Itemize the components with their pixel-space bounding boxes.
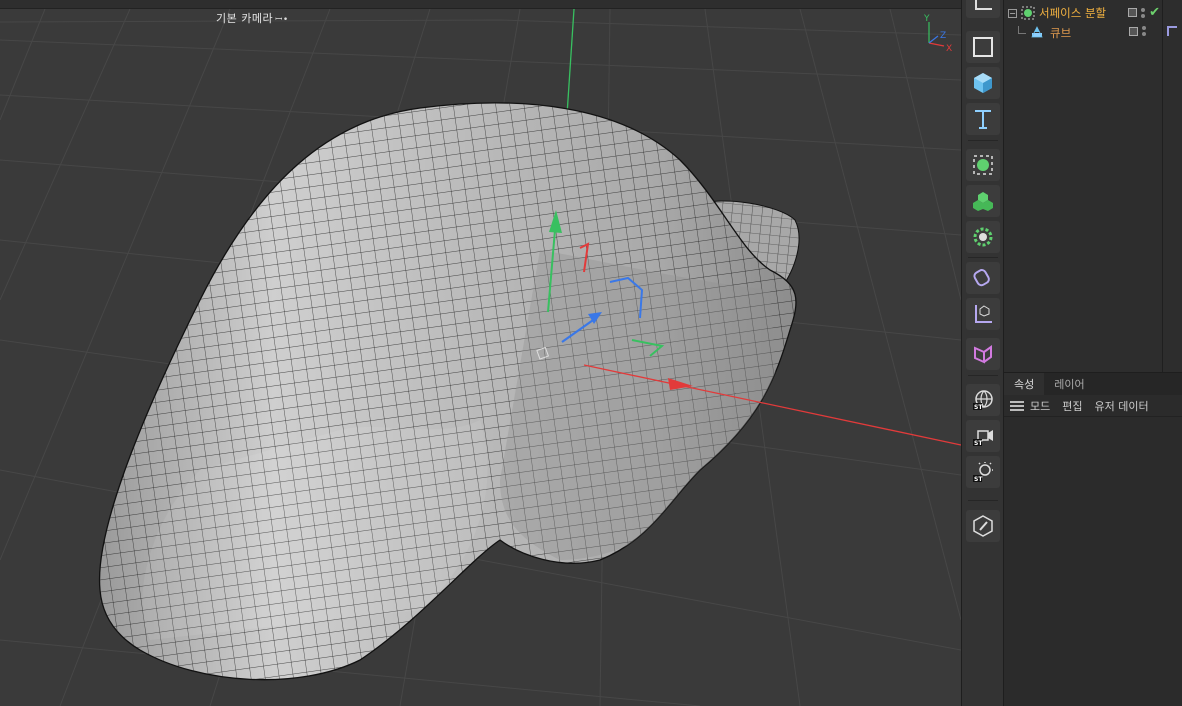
svg-text:ST: ST — [974, 440, 983, 447]
cube-icon — [974, 73, 992, 93]
cube-object-icon — [1031, 26, 1043, 38]
object-flags: ✔ — [1128, 6, 1160, 19]
hamburger-menu-icon[interactable] — [1010, 400, 1024, 411]
null-object-button[interactable] — [966, 298, 1000, 330]
light-icon: ST — [973, 462, 993, 483]
panel-divider[interactable] — [1162, 0, 1163, 372]
viewport-header — [0, 0, 961, 9]
layer-tag-icon[interactable] — [1128, 8, 1138, 17]
object-label[interactable]: 서페이스 분할 — [1039, 5, 1106, 21]
deformer-button[interactable] — [966, 262, 1000, 294]
effector-icon — [973, 227, 993, 247]
object-toolbar: ST ST ST — [961, 0, 1004, 706]
layer-tag-icon[interactable] — [1129, 26, 1138, 36]
camera-menu-icon[interactable]: ꟷ• — [275, 15, 289, 25]
svg-text:X: X — [946, 44, 952, 54]
subdivision-surface-button[interactable] — [966, 149, 1000, 181]
collapse-toggle-icon[interactable]: − — [1008, 8, 1017, 18]
visibility-dots-icon[interactable] — [1142, 26, 1146, 36]
perspective-icon — [974, 345, 992, 364]
coordinate-tool-button[interactable] — [966, 0, 1000, 18]
edit-icon — [973, 515, 993, 537]
tree-line — [1018, 26, 1026, 34]
text-icon — [975, 110, 991, 129]
environment-icon: ST — [973, 390, 993, 411]
square-icon — [973, 37, 993, 57]
coordinate-icon — [975, 0, 992, 10]
enabled-check-icon[interactable]: ✔ — [1149, 6, 1160, 19]
object-row-cube[interactable]: 큐브 — [1018, 23, 1178, 43]
viewport[interactable]: Y X Z 기본 카메라 ꟷ• — [0, 0, 961, 706]
svg-text:ST: ST — [974, 404, 983, 411]
attribute-manager: 속성 레이어 모드 편집 유저 데이터 — [1004, 372, 1182, 706]
object-flags — [1129, 26, 1146, 36]
visibility-dots-icon[interactable] — [1141, 7, 1146, 18]
tab-layers[interactable]: 레이어 — [1044, 373, 1094, 395]
square-tool-button[interactable] — [966, 31, 1000, 63]
camera-label-text: 기본 카메라 — [216, 12, 274, 25]
cube-tool-button[interactable] — [966, 67, 1000, 99]
svg-text:Y: Y — [923, 14, 930, 24]
svg-text:Z: Z — [940, 31, 946, 41]
svg-text:ST: ST — [974, 476, 983, 483]
tag-column-icon[interactable] — [1167, 26, 1177, 36]
camera-icon: ST — [973, 430, 993, 447]
environment-button[interactable]: ST — [966, 384, 1000, 416]
cloner-button[interactable] — [966, 185, 1000, 217]
viewport-scene[interactable]: Y X Z — [0, 0, 961, 706]
subdivision-surface-icon — [1021, 6, 1035, 20]
object-label[interactable]: 큐브 — [1050, 25, 1071, 41]
camera-label[interactable]: 기본 카메라 ꟷ• — [216, 10, 289, 26]
menu-mode[interactable]: 모드 — [1030, 398, 1050, 414]
app-window: Y X Z 기본 카메라 ꟷ• ST ST ST − 서페이스 분할 ✔ 큐브 … — [0, 0, 1182, 706]
object-manager: − 서페이스 분할 ✔ 큐브 — [1004, 0, 1182, 372]
attribute-tabs: 속성 레이어 — [1004, 373, 1182, 395]
tab-attributes[interactable]: 속성 — [1004, 373, 1045, 395]
cloner-icon — [973, 192, 993, 211]
subdivision-surface-icon — [973, 155, 993, 175]
camera-button[interactable]: ST — [966, 420, 1000, 452]
light-button[interactable]: ST — [966, 456, 1000, 488]
menu-edit[interactable]: 편집 — [1062, 398, 1082, 414]
null-object-icon — [975, 305, 992, 323]
text-tool-button[interactable] — [966, 103, 1000, 135]
effector-button[interactable] — [966, 221, 1000, 253]
deformer-icon — [973, 269, 990, 287]
perspective-button[interactable] — [966, 338, 1000, 370]
menu-user-data[interactable]: 유저 데이터 — [1095, 398, 1149, 414]
edit-button[interactable] — [966, 510, 1000, 542]
attribute-menu-bar: 모드 편집 유저 데이터 — [1004, 395, 1182, 417]
